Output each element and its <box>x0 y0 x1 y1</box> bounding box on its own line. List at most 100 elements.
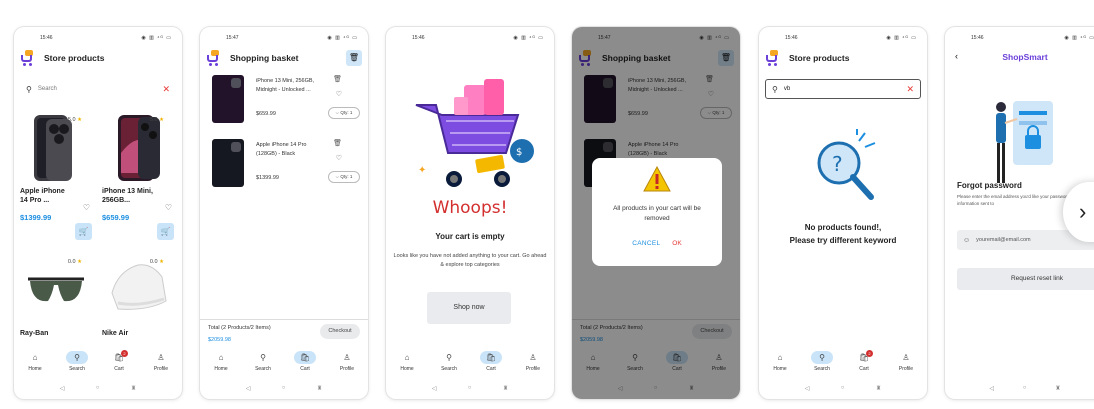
question-magnifier-icon: ? <box>807 127 887 212</box>
phone-store-products: 15:46 ◉ ▥ ⁴ᴳ ▭ Store products ⚲ Search ✕ … <box>14 27 182 399</box>
recents-icon[interactable]: ♜ <box>317 385 322 392</box>
empty-subheading: Your cart is empty <box>435 232 505 241</box>
recents-icon[interactable]: ♜ <box>1055 385 1060 392</box>
heart-icon[interactable]: ♡ <box>336 154 342 162</box>
search-input[interactable]: Search <box>38 86 57 92</box>
home-circle-icon[interactable]: ○ <box>468 385 472 391</box>
home-icon: ⌂ <box>404 353 410 362</box>
checkout-button[interactable]: Checkout <box>320 324 360 339</box>
cart-total-bar: Total (2 Products/2 Items) $2059.98 Chec… <box>200 319 368 349</box>
back-icon[interactable]: ◁ <box>246 385 251 392</box>
ok-button[interactable]: OK <box>672 240 681 247</box>
nav-cart[interactable]: 🛍 Cart <box>290 351 320 372</box>
recents-icon[interactable]: ♜ <box>503 385 508 392</box>
product-name: Ray-Ban <box>20 330 49 337</box>
clear-cart-icon[interactable]: 🗑 <box>346 50 362 66</box>
status-bar: 15:46 ◉ ▥ ⁴ᴳ ▭ <box>785 35 917 41</box>
add-to-cart-icon[interactable]: 🛒 <box>75 223 92 240</box>
search-bar[interactable]: ⚲ Search ✕ <box>20 79 176 99</box>
product-card[interactable]: 5.0 ★ Apple iPhone 14 Pro ... ♡ $1399.99… <box>20 113 92 240</box>
home-circle-icon[interactable]: ○ <box>96 385 100 391</box>
cart-badge: 2 <box>121 350 128 357</box>
clear-icon[interactable]: ✕ <box>162 84 170 95</box>
no-results-line1: No products found!, <box>804 223 882 232</box>
recents-icon[interactable]: ♜ <box>131 385 136 392</box>
product-thumbnail <box>212 139 244 187</box>
nav-home[interactable]: ⌂ Home <box>20 351 50 372</box>
nav-home[interactable]: ⌂ Home <box>206 351 236 372</box>
back-icon[interactable]: ◁ <box>60 385 65 392</box>
delete-icon[interactable]: 🗑 <box>333 139 342 147</box>
empty-heading: Whoops! <box>432 198 508 218</box>
product-name: Nike Air <box>102 330 129 337</box>
product-image: 0.0 ★ <box>26 255 86 325</box>
home-icon: ⌂ <box>777 353 783 362</box>
cart-icon: 🛍 <box>294 351 316 364</box>
phone-shopping-basket: 15:47 ◉ ▥ ⁴ᴳ ▭ Shopping basket 🗑 iPhone 1… <box>200 27 368 399</box>
product-image: 5.0 ★ <box>26 113 86 183</box>
delete-icon[interactable]: 🗑 <box>333 75 342 83</box>
phone-empty-cart: 15:46 ◉ ▥ ⁴ᴳ ▭ $ ✦ Whoops! Your cart is e… <box>386 27 554 399</box>
page-title: Store products <box>789 53 850 63</box>
back-icon[interactable]: ◁ <box>805 385 810 392</box>
search-icon: ⚲ <box>66 351 88 364</box>
status-bar: 15:46 ◉ ▥ ⁴ᴳ ▭ <box>14 33 182 43</box>
nav-cart[interactable]: 🛍 Cart <box>476 351 506 372</box>
nav-profile[interactable]: ♙ Profile <box>332 351 362 372</box>
nav-cart[interactable]: 🛍 2 Cart <box>849 350 879 372</box>
shop-logo-icon <box>765 50 781 66</box>
home-circle-icon[interactable]: ○ <box>1023 385 1027 391</box>
back-icon[interactable]: ◁ <box>989 385 994 392</box>
product-price: $659.99 <box>102 213 130 223</box>
bottom-nav: ⌂ Home ⚲ Search 🛍 2 Cart ♙ Profile <box>759 349 927 377</box>
nav-search[interactable]: ⚲ Search <box>248 351 278 372</box>
nav-home[interactable]: ⌂ Home <box>392 351 422 372</box>
basket-item-name: iPhone 13 Mini, 256GB, Midnight - Unlock… <box>256 78 315 93</box>
home-icon: ⌂ <box>32 353 38 362</box>
product-rating: 0.0 ★ <box>149 259 164 265</box>
home-circle-icon[interactable]: ○ <box>282 385 286 391</box>
recents-icon[interactable]: ♜ <box>876 385 881 392</box>
nav-profile[interactable]: ♙ Profile <box>518 351 548 372</box>
nav-profile[interactable]: ♙ Profile <box>891 351 921 372</box>
dialog-actions: CANCEL OK <box>592 240 722 247</box>
nav-home[interactable]: ⌂ Home <box>765 351 795 372</box>
nav-cart[interactable]: 🛍 2 Cart <box>104 350 134 372</box>
system-nav: ◁ ○ ♜ <box>14 382 182 394</box>
product-card[interactable]: 5.0 ★ iPhone 13 Mini, 256GB... ♡ $659.99… <box>102 113 174 240</box>
home-circle-icon[interactable]: ○ <box>841 385 845 391</box>
search-bar[interactable]: ⚲ vb ✕ <box>765 79 921 99</box>
nav-profile[interactable]: ♙ Profile <box>146 351 176 372</box>
phone-no-results: 15:46 ◉ ▥ ⁴ᴳ ▭ Store products ⚲ vb ✕ ? No… <box>759 27 927 399</box>
quantity-dropdown[interactable]: ⌵ Qty: 1 <box>328 171 360 183</box>
clear-icon[interactable]: ✕ <box>906 84 914 95</box>
nav-search[interactable]: ⚲ Search <box>434 351 464 372</box>
product-card[interactable]: 0.0 ★ Nike Air <box>102 255 174 338</box>
heart-icon[interactable]: ♡ <box>165 203 172 212</box>
nav-search[interactable]: ⚲ Search <box>807 351 837 372</box>
home-icon: ⌂ <box>218 353 224 362</box>
nav-search[interactable]: ⚲ Search <box>62 351 92 372</box>
product-rating: 5.0 ★ <box>149 117 164 123</box>
heart-icon[interactable]: ♡ <box>336 90 342 98</box>
bottom-nav: ⌂ Home ⚲ Search 🛍 Cart ♙ Profile <box>386 349 554 377</box>
back-icon[interactable]: ◁ <box>432 385 437 392</box>
status-icons: ◉ ▥ ⁴ᴳ ▭ <box>141 35 172 41</box>
phone-forgot-password: 15:46 ◉ ▥ ⁴ᴳ ▭ ‹ ShopSmart Forgot passwor… <box>945 27 1094 399</box>
app-header: Store products <box>20 47 176 69</box>
phone-clear-cart-dialog: 15:47 ◉ ▥ ⁴ᴳ ▭ Shopping basket 🗑 iPhone 1… <box>572 27 740 399</box>
search-input[interactable]: vb <box>784 86 790 92</box>
add-to-cart-icon[interactable]: 🛒 <box>157 223 174 240</box>
status-bar: 15:47 ◉ ▥ ⁴ᴳ ▭ <box>226 35 358 41</box>
quantity-dropdown[interactable]: ⌵ Qty: 1 <box>328 107 360 119</box>
heart-icon[interactable]: ♡ <box>83 203 90 212</box>
product-price: $1399.99 <box>20 213 52 223</box>
product-rating: 5.0 ★ <box>67 117 82 123</box>
app-header: Shopping basket 🗑 <box>206 47 362 69</box>
cancel-button[interactable]: CANCEL <box>632 240 660 247</box>
request-reset-link-button[interactable]: Request reset link <box>957 268 1094 290</box>
svg-text:✦: ✦ <box>418 165 426 176</box>
shop-now-button[interactable]: Shop now <box>427 292 511 324</box>
star-icon: ★ <box>159 259 164 265</box>
product-card[interactable]: 0.0 ★ Ray-Ban <box>20 255 92 338</box>
